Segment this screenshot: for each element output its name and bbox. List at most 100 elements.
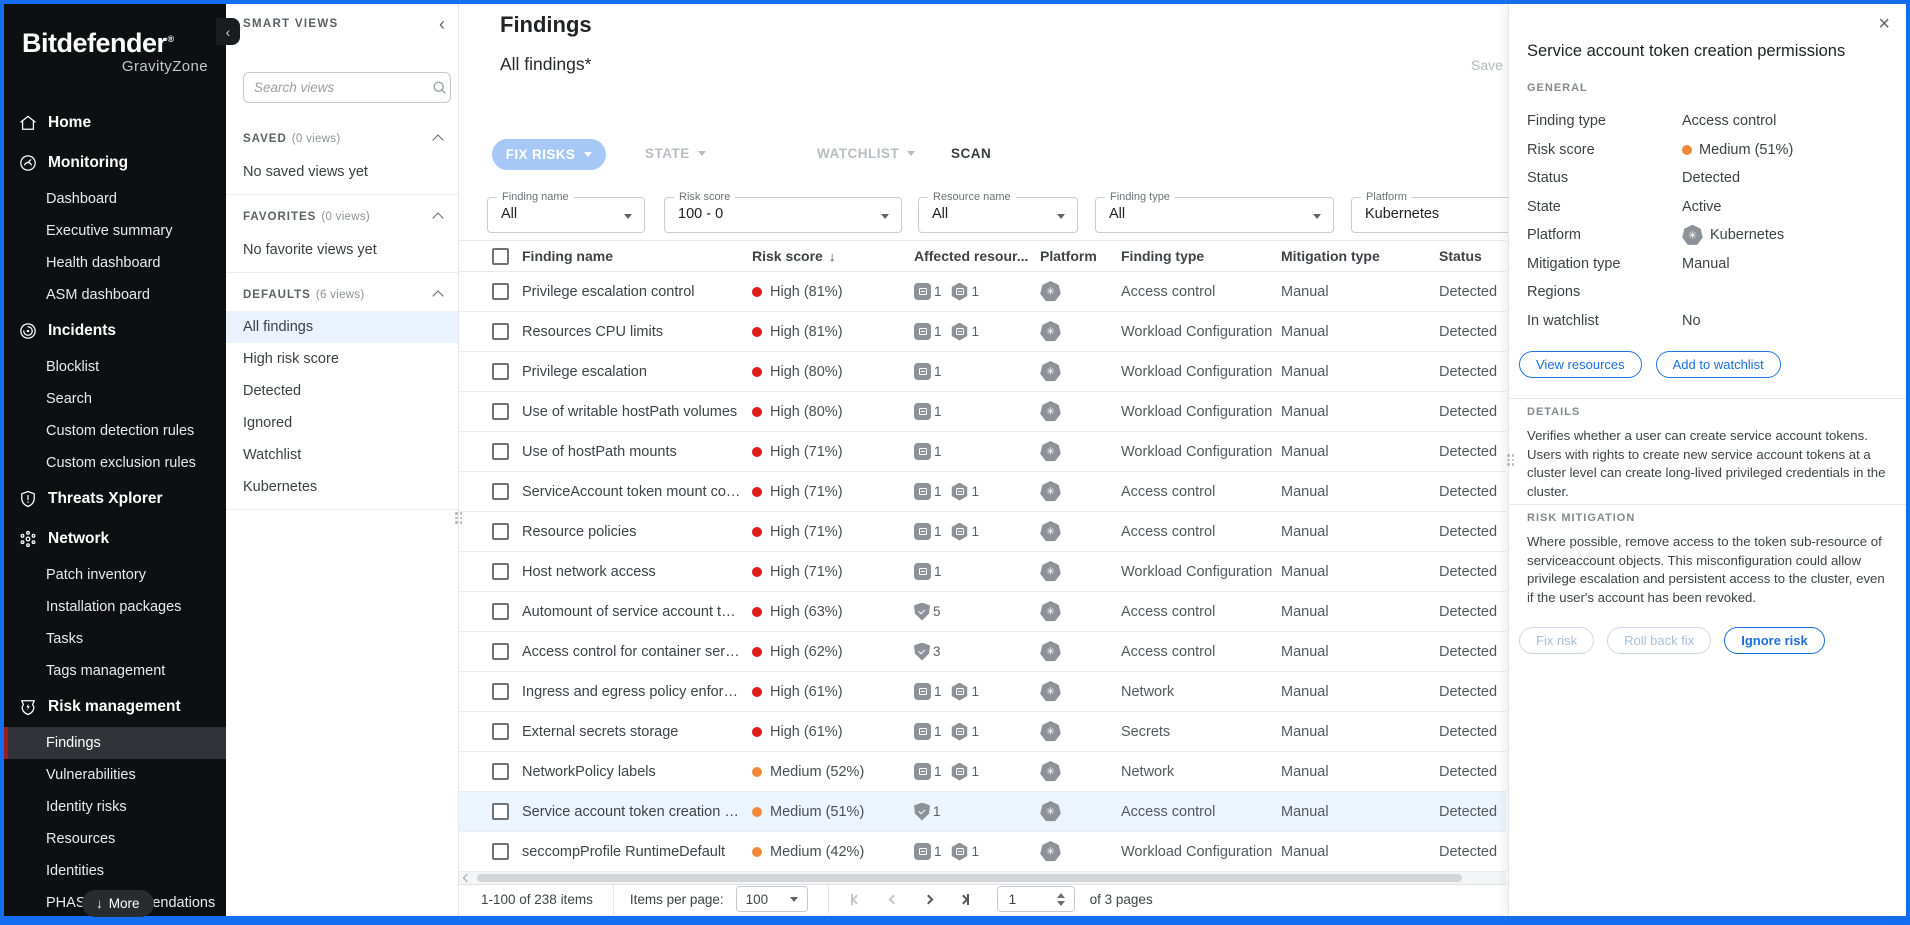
- smart-view-all-findings[interactable]: All findings: [226, 311, 458, 343]
- table-row[interactable]: ServiceAccount token mount controlHigh (…: [459, 472, 1506, 512]
- items-per-page-select[interactable]: 100: [736, 886, 808, 912]
- column-header-finding-name[interactable]: Finding name: [522, 248, 752, 264]
- sidebar-item-executive-summary[interactable]: Executive summary: [4, 215, 226, 247]
- finding-name[interactable]: Host network access: [522, 564, 752, 580]
- sidebar-item-resources[interactable]: Resources: [4, 823, 226, 855]
- sidebar-item-search[interactable]: Search: [4, 383, 226, 415]
- page-number-input[interactable]: 1: [997, 886, 1075, 912]
- column-header-affected-resour[interactable]: Affected resour...: [914, 248, 1040, 264]
- smart-views-collapse-icon[interactable]: ‹: [439, 15, 445, 33]
- finding-name[interactable]: Resource policies: [522, 524, 752, 540]
- smart-view-detected[interactable]: Detected: [226, 375, 458, 407]
- table-row[interactable]: Resources CPU limitsHigh (81%)11✳Workloa…: [459, 312, 1506, 352]
- spinner-up-icon[interactable]: [1057, 893, 1065, 898]
- close-icon[interactable]: ×: [1878, 14, 1890, 34]
- table-row[interactable]: seccompProfile RuntimeDefaultMedium (42%…: [459, 832, 1506, 872]
- table-row[interactable]: Access control for container service ...…: [459, 632, 1506, 672]
- filter-resource-name[interactable]: Resource nameAll: [918, 197, 1078, 233]
- finding-name[interactable]: ServiceAccount token mount control: [522, 484, 752, 500]
- filter-risk-score[interactable]: Risk score100 - 0: [664, 197, 902, 233]
- finding-name[interactable]: Service account token creation perm...: [522, 804, 752, 820]
- ignore-risk-button[interactable]: Ignore risk: [1724, 627, 1824, 654]
- page-spinner[interactable]: [1057, 893, 1074, 906]
- row-checkbox[interactable]: [492, 803, 509, 820]
- table-row[interactable]: External secrets storageHigh (61%)11✳Sec…: [459, 712, 1506, 752]
- smart-views-section-saved[interactable]: SAVED(0 views): [226, 122, 458, 155]
- sidebar-item-identities[interactable]: Identities: [4, 855, 226, 887]
- sidebar-item-monitoring[interactable]: Monitoring: [4, 143, 226, 183]
- sidebar-item-tags-management[interactable]: Tags management: [4, 655, 226, 687]
- row-checkbox[interactable]: [492, 723, 509, 740]
- smart-view-kubernetes[interactable]: Kubernetes: [226, 471, 458, 503]
- sidebar-item-asm-dashboard[interactable]: ASM dashboard: [4, 279, 226, 311]
- finding-name[interactable]: Privilege escalation control: [522, 284, 752, 300]
- search-views-input[interactable]: [244, 80, 431, 95]
- table-row[interactable]: Service account token creation perm...Me…: [459, 792, 1506, 832]
- smart-views-section-defaults[interactable]: DEFAULTS(6 views): [226, 278, 458, 311]
- column-header-platform[interactable]: Platform: [1040, 248, 1121, 264]
- row-checkbox[interactable]: [492, 363, 509, 380]
- more-button[interactable]: ↓ More: [82, 890, 154, 917]
- state-dropdown[interactable]: STATE: [645, 146, 706, 161]
- smart-view-ignored[interactable]: Ignored: [226, 407, 458, 439]
- previous-page-button[interactable]: [890, 896, 897, 903]
- table-row[interactable]: Privilege escalationHigh (80%)1✳Workload…: [459, 352, 1506, 392]
- table-row[interactable]: NetworkPolicy labelsMedium (52%)11✳Netwo…: [459, 752, 1506, 792]
- sidebar-item-custom-exclusion-rules[interactable]: Custom exclusion rules: [4, 447, 226, 479]
- last-page-button[interactable]: [960, 894, 969, 905]
- fix-risk-button[interactable]: Fix risk: [1519, 627, 1594, 654]
- finding-name[interactable]: Automount of service account token: [522, 604, 752, 620]
- row-checkbox[interactable]: [492, 763, 509, 780]
- scrollbar-thumb[interactable]: [477, 874, 1462, 882]
- save-view-button[interactable]: Save: [1471, 57, 1503, 73]
- row-checkbox[interactable]: [492, 443, 509, 460]
- row-checkbox[interactable]: [492, 283, 509, 300]
- fix-risks-button[interactable]: FIX RISKS: [492, 139, 606, 170]
- filter-finding-name[interactable]: Finding nameAll: [487, 197, 645, 233]
- detail-panel-resize-handle[interactable]: [1507, 454, 1514, 466]
- table-row[interactable]: Host network accessHigh (71%)1✳Workload …: [459, 552, 1506, 592]
- sidebar-item-incidents[interactable]: Incidents: [4, 311, 226, 351]
- first-page-button[interactable]: [851, 894, 860, 905]
- sidebar-item-dashboard[interactable]: Dashboard: [4, 183, 226, 215]
- finding-name[interactable]: Use of hostPath mounts: [522, 444, 752, 460]
- sidebar-item-threats-xplorer[interactable]: Threats Xplorer: [4, 479, 226, 519]
- roll-back-fix-button[interactable]: Roll back fix: [1607, 627, 1711, 654]
- row-checkbox[interactable]: [492, 323, 509, 340]
- finding-name[interactable]: Privilege escalation: [522, 364, 752, 380]
- sidebar-item-identity-risks[interactable]: Identity risks: [4, 791, 226, 823]
- smart-views-resize-handle[interactable]: [455, 512, 462, 524]
- sidebar-item-network[interactable]: Network: [4, 519, 226, 559]
- row-checkbox[interactable]: [492, 403, 509, 420]
- sidebar-item-installation-packages[interactable]: Installation packages: [4, 591, 226, 623]
- view-resources-button[interactable]: View resources: [1519, 351, 1642, 378]
- row-checkbox[interactable]: [492, 683, 509, 700]
- sidebar-item-blocklist[interactable]: Blocklist: [4, 351, 226, 383]
- smart-view-high-risk-score[interactable]: High risk score: [226, 343, 458, 375]
- smart-views-section-favorites[interactable]: FAVORITES(0 views): [226, 200, 458, 233]
- table-row[interactable]: Privilege escalation controlHigh (81%)11…: [459, 272, 1506, 312]
- column-header-risk-score[interactable]: Risk score↓: [752, 248, 914, 264]
- scan-button[interactable]: SCAN: [951, 146, 991, 161]
- sidebar-item-home[interactable]: Home: [4, 103, 226, 143]
- spinner-down-icon[interactable]: [1057, 901, 1065, 906]
- add-to-watchlist-button[interactable]: Add to watchlist: [1656, 351, 1781, 378]
- watchlist-dropdown[interactable]: WATCHLIST: [817, 146, 915, 161]
- column-header-mitigation-type[interactable]: Mitigation type: [1281, 248, 1439, 264]
- sidebar-item-tasks[interactable]: Tasks: [4, 623, 226, 655]
- row-checkbox[interactable]: [492, 643, 509, 660]
- sidebar-item-custom-detection-rules[interactable]: Custom detection rules: [4, 415, 226, 447]
- finding-name[interactable]: Use of writable hostPath volumes: [522, 404, 752, 420]
- select-all-checkbox[interactable]: [492, 248, 509, 265]
- filter-finding-type[interactable]: Finding typeAll: [1095, 197, 1334, 233]
- sidebar-item-vulnerabilities[interactable]: Vulnerabilities: [4, 759, 226, 791]
- sidebar-item-findings[interactable]: Findings: [4, 727, 226, 759]
- next-page-button[interactable]: [925, 896, 932, 903]
- finding-name[interactable]: Access control for container service ...: [522, 644, 752, 660]
- sort-desc-icon[interactable]: ↓: [829, 249, 836, 264]
- finding-name[interactable]: seccompProfile RuntimeDefault: [522, 844, 752, 860]
- finding-name[interactable]: Ingress and egress policy enforcem...: [522, 684, 752, 700]
- table-row[interactable]: Use of hostPath mountsHigh (71%)1✳Worklo…: [459, 432, 1506, 472]
- row-checkbox[interactable]: [492, 483, 509, 500]
- column-header-finding-type[interactable]: Finding type: [1121, 248, 1281, 264]
